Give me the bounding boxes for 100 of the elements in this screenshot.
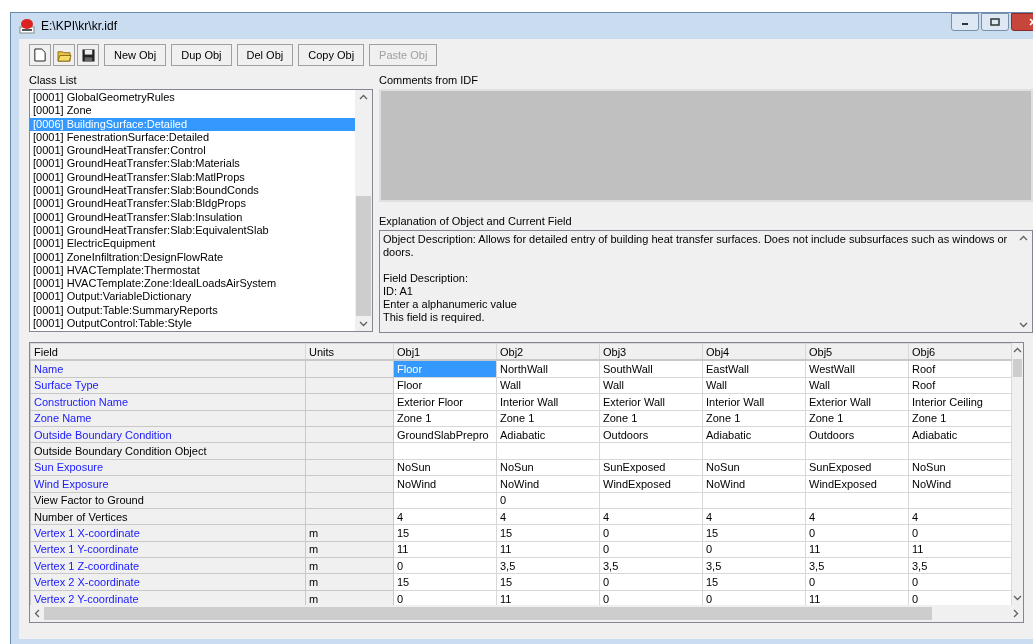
- table-cell[interactable]: 3,5: [908, 557, 1012, 574]
- table-cell[interactable]: SunExposed: [805, 459, 909, 476]
- class-list-item[interactable]: [0001] GroundHeatTransfer:Slab:Materials: [30, 157, 355, 171]
- class-list-item[interactable]: [0001] HVACTemplate:Zone:IdealLoadsAirSystem: [30, 277, 355, 291]
- table-cell[interactable]: 0: [805, 573, 909, 591]
- class-list-item[interactable]: [0001] GroundHeatTransfer:Slab:Insulation: [30, 210, 355, 224]
- table-cell[interactable]: Interior Wall: [496, 393, 600, 411]
- table-cell[interactable]: 15: [702, 573, 806, 591]
- class-list-item[interactable]: [0001] Output:Table:SummaryReports: [30, 303, 355, 318]
- table-cell[interactable]: 15: [393, 573, 497, 591]
- empty-cell[interactable]: [599, 492, 703, 509]
- empty-cell[interactable]: [599, 442, 703, 460]
- table-cell[interactable]: Zone 1: [908, 410, 1012, 427]
- class-list-item[interactable]: [0001] Zone: [30, 104, 355, 118]
- table-cell[interactable]: Interior Wall: [702, 393, 806, 411]
- class-list-item[interactable]: [0001] GroundHeatTransfer:Control: [30, 144, 355, 158]
- table-cell[interactable]: 11: [393, 541, 497, 558]
- open-folder-button[interactable]: [53, 44, 75, 66]
- class-list-item[interactable]: [0001] Output:VariableDictionary: [30, 290, 355, 304]
- table-cell[interactable]: NoSun: [393, 459, 497, 476]
- class-list-item[interactable]: [0001] HVACTemplate:Thermostat: [30, 263, 355, 278]
- table-cell[interactable]: Outdoors: [599, 426, 703, 443]
- table-cell[interactable]: 0: [805, 524, 909, 542]
- table-cell[interactable]: 4: [393, 508, 497, 525]
- table-cell[interactable]: SunExposed: [599, 459, 703, 476]
- table-cell[interactable]: NoWind: [496, 475, 600, 492]
- table-cell[interactable]: Exterior Wall: [599, 393, 703, 411]
- minimize-button[interactable]: [951, 13, 979, 31]
- table-cell[interactable]: 3,5: [805, 557, 909, 574]
- table-cell[interactable]: 0: [599, 541, 703, 558]
- table-cell[interactable]: WestWall: [805, 360, 909, 378]
- table-cell[interactable]: 0: [702, 541, 806, 558]
- empty-cell[interactable]: [805, 492, 909, 509]
- table-cell[interactable]: Exterior Wall: [805, 393, 909, 411]
- table-cell[interactable]: 4: [496, 508, 600, 525]
- table-cell[interactable]: 4: [702, 508, 806, 525]
- comments-field[interactable]: [379, 89, 1033, 202]
- table-cell[interactable]: 0: [908, 573, 1012, 591]
- table-cell[interactable]: Outdoors: [805, 426, 909, 443]
- toolbar-button[interactable]: Del Obj: [236, 44, 294, 66]
- table-cell[interactable]: Adiabatic: [702, 426, 806, 443]
- table-cell[interactable]: 15: [496, 524, 600, 542]
- table-cell[interactable]: Zone 1: [599, 410, 703, 427]
- table-cell[interactable]: 11: [496, 541, 600, 558]
- toolbar-button[interactable]: Copy Obj: [298, 44, 365, 66]
- table-cell[interactable]: Wall: [496, 377, 600, 394]
- table-cell[interactable]: 3,5: [599, 557, 703, 574]
- table-cell[interactable]: SouthWall: [599, 360, 703, 378]
- scrollbar[interactable]: [355, 90, 372, 331]
- table-cell[interactable]: Zone 1: [805, 410, 909, 427]
- table-cell[interactable]: Interior Ceiling: [908, 393, 1012, 411]
- table-cell[interactable]: Roof: [908, 360, 1012, 378]
- column-header[interactable]: Obj2: [496, 343, 600, 361]
- table-cell[interactable]: WindExposed: [805, 475, 909, 492]
- class-list-item[interactable]: [0001] ElectricEquipment: [30, 237, 355, 251]
- table-cell[interactable]: 3,5: [496, 557, 600, 574]
- table-cell[interactable]: Wall: [702, 377, 806, 394]
- toolbar-button[interactable]: New Obj: [104, 44, 167, 66]
- table-cell[interactable]: Exterior Floor: [393, 393, 497, 411]
- toolbar-button[interactable]: Dup Obj: [171, 44, 232, 66]
- column-header[interactable]: Obj5: [805, 343, 909, 361]
- column-header[interactable]: Obj6: [908, 343, 1012, 361]
- empty-cell[interactable]: [805, 442, 909, 460]
- empty-cell[interactable]: [702, 442, 806, 460]
- scrollbar-thumb[interactable]: [356, 196, 371, 316]
- table-cell[interactable]: 11: [805, 541, 909, 558]
- table-cell[interactable]: 0: [393, 557, 497, 574]
- table-cell[interactable]: NoSun: [908, 459, 1012, 476]
- table-cell[interactable]: WindExposed: [599, 475, 703, 492]
- class-list-item[interactable]: [0001] GlobalGeometryRules: [30, 91, 355, 105]
- table-cell[interactable]: 11: [908, 541, 1012, 558]
- save-button[interactable]: [77, 44, 99, 66]
- table-cell[interactable]: 0: [599, 524, 703, 542]
- table-cell[interactable]: Wall: [805, 377, 909, 394]
- class-list-item[interactable]: [0001] GroundHeatTransfer:Slab:BoundConds: [30, 184, 355, 198]
- class-list-item[interactable]: [0001] ZoneInfiltration:DesignFlowRate: [30, 250, 355, 264]
- empty-cell[interactable]: [908, 492, 1012, 509]
- table-cell[interactable]: Floor: [393, 377, 497, 394]
- table-cell[interactable]: 4: [805, 508, 909, 525]
- table-cell[interactable]: NoWind: [702, 475, 806, 492]
- table-cell[interactable]: 15: [496, 573, 600, 591]
- table-cell[interactable]: 3,5: [702, 557, 806, 574]
- table-cell[interactable]: NoSun: [496, 459, 600, 476]
- table-cell[interactable]: 0: [908, 524, 1012, 542]
- table-cell[interactable]: GroundSlabPrepro: [393, 426, 497, 443]
- table-cell[interactable]: NoWind: [393, 475, 497, 492]
- class-list-item[interactable]: [0001] GroundHeatTransfer:Slab:BldgProps: [30, 197, 355, 211]
- column-header[interactable]: Obj4: [702, 343, 806, 361]
- class-list-item[interactable]: [0001] OutputControl:Table:Style: [30, 317, 355, 331]
- empty-cell[interactable]: [702, 492, 806, 509]
- maximize-button[interactable]: [981, 13, 1009, 31]
- scrollbar-thumb[interactable]: [44, 607, 932, 620]
- table-cell[interactable]: NoWind: [908, 475, 1012, 492]
- table-cell[interactable]: Zone 1: [496, 410, 600, 427]
- new-file-button[interactable]: [29, 44, 51, 66]
- table-cell[interactable]: Roof: [908, 377, 1012, 394]
- table-cell[interactable]: 15: [702, 524, 806, 542]
- table-cell[interactable]: Zone 1: [702, 410, 806, 427]
- class-list-item[interactable]: [0001] FenestrationSurface:Detailed: [30, 130, 355, 145]
- table-cell[interactable]: EastWall: [702, 360, 806, 378]
